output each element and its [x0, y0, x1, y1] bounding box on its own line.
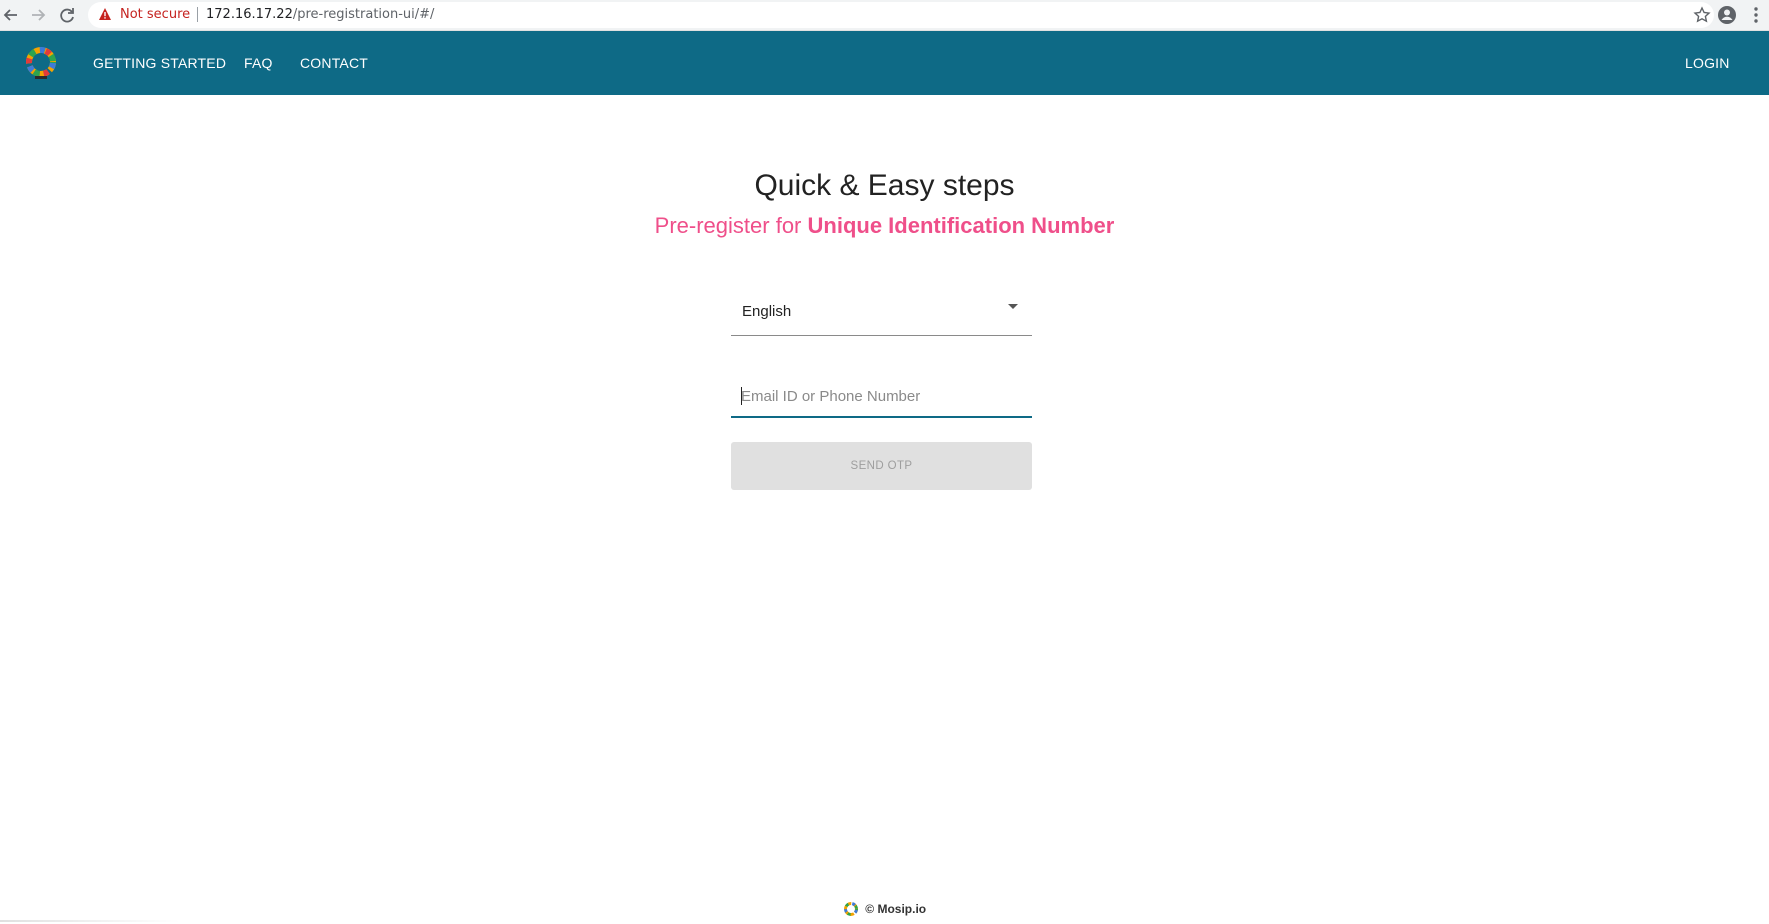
browser-toolbar: Not secure 172.16.17.22/pre-registration…	[0, 0, 1769, 31]
account-icon[interactable]	[1716, 4, 1738, 26]
forward-arrow-icon[interactable]	[27, 4, 49, 26]
warning-icon	[98, 7, 112, 21]
security-status[interactable]: Not secure	[120, 7, 190, 22]
url-host: 172.16.17.22	[206, 7, 293, 22]
page-subtitle: Pre-register for Unique Identification N…	[0, 213, 1769, 239]
scroll-shadow	[0, 920, 180, 922]
login-link[interactable]: LOGIN	[1685, 55, 1730, 71]
more-menu-icon[interactable]	[1749, 4, 1763, 26]
nav-getting-started[interactable]: GETTING STARTED	[93, 55, 226, 71]
nav-faq[interactable]: FAQ	[244, 55, 273, 71]
url-text[interactable]: 172.16.17.22/pre-registration-ui/#/	[206, 7, 434, 22]
address-bar[interactable]: Not secure 172.16.17.22/pre-registration…	[88, 2, 1714, 28]
url-path: /pre-registration-ui/#/	[292, 7, 435, 22]
mosip-logo-icon[interactable]	[24, 45, 58, 81]
send-otp-button[interactable]: SEND OTP	[731, 442, 1032, 490]
nav-contact[interactable]: CONTACT	[300, 55, 368, 71]
bookmark-star-icon[interactable]	[1692, 5, 1712, 25]
mosip-footer-logo-icon	[843, 901, 859, 917]
language-selected-value: English	[742, 303, 792, 320]
footer-copyright: © Mosip.io	[865, 901, 927, 916]
dropdown-arrow-icon	[1008, 304, 1018, 309]
omnibox-divider	[197, 7, 198, 22]
subtitle-prefix: Pre-register for	[654, 213, 802, 238]
text-cursor	[741, 387, 742, 405]
subtitle-emphasis: Unique Identification Number	[807, 213, 1115, 238]
email-phone-input[interactable]	[741, 385, 1021, 407]
app-header: GETTING STARTED FAQ CONTACT LOGIN	[0, 31, 1769, 95]
footer: © Mosip.io	[0, 900, 1769, 920]
page-title: Quick & Easy steps	[754, 169, 1015, 202]
email-phone-field[interactable]	[731, 374, 1032, 418]
reload-icon[interactable]	[56, 4, 78, 26]
language-select[interactable]: English	[731, 290, 1032, 336]
back-arrow-icon[interactable]	[0, 4, 22, 26]
